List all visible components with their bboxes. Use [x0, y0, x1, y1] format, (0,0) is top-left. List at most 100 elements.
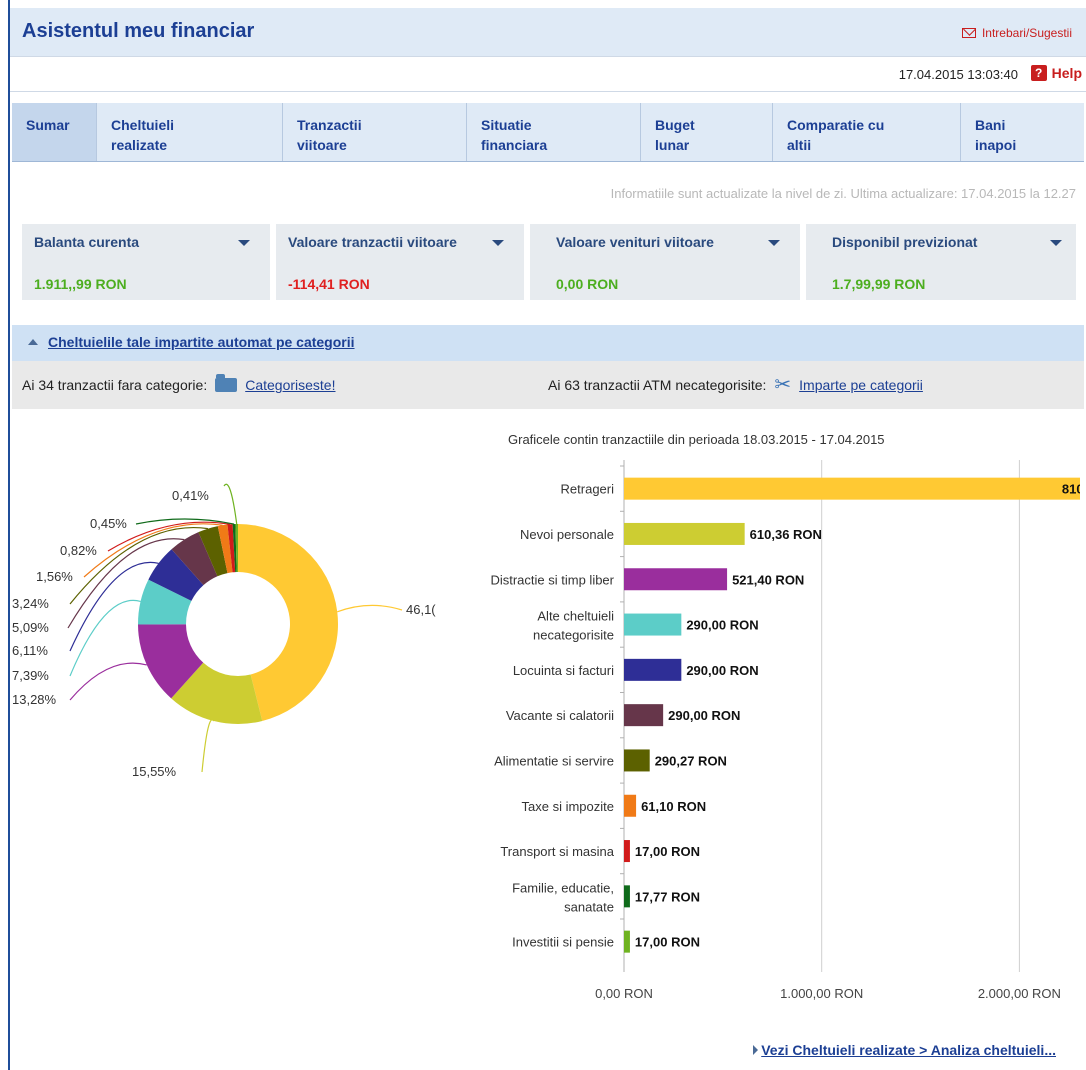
tab-label: Bani: [975, 117, 1006, 133]
tab-label: lunar: [655, 137, 690, 153]
app-header: Asistentul meu financiar Intrebari/Suges…: [10, 8, 1086, 56]
dropdown-arrow-icon[interactable]: [1050, 240, 1062, 246]
tab-tranzactii-viitoare[interactable]: Tranzactii viitoare: [282, 103, 466, 161]
donut-label: 13,28%: [12, 692, 57, 707]
value-label: 290,00 RON: [668, 708, 740, 723]
update-info: Informatiile sunt actualizate la nivel d…: [610, 186, 1076, 201]
feedback-label: Intrebari/Sugestii: [981, 26, 1072, 40]
subheader: 17.04.2015 13:03:40 ? Help: [10, 56, 1086, 92]
donut-leader-line: [223, 483, 238, 525]
value-label: 17,77 RON: [635, 889, 700, 904]
analysis-link[interactable]: Vezi Cheltuieli realizate > Analiza chel…: [753, 1042, 1056, 1058]
card-disponibil-previzionat[interactable]: Disponibil previzionat 1.7,99,99 RON: [806, 224, 1076, 300]
donut-label: 0,41%: [172, 488, 209, 503]
tab-label: financiara: [481, 137, 548, 153]
card-value: 0,00 RON: [556, 276, 619, 292]
bar[interactable]: [624, 885, 630, 908]
card-title: Disponibil previzionat: [832, 234, 978, 250]
bar[interactable]: [624, 568, 728, 591]
category-label: Vacante si calatorii: [506, 708, 614, 723]
card-value: 1.7,99,99 RON: [832, 276, 926, 292]
tab-bani-inapoi[interactable]: Bani inapoi: [960, 103, 1084, 161]
donut-label: 0,82%: [60, 543, 97, 558]
card-title: Balanta curenta: [34, 234, 140, 250]
bar[interactable]: [624, 840, 630, 863]
bar[interactable]: [624, 613, 682, 636]
donut-leader-line: [337, 604, 403, 613]
collapse-icon[interactable]: [28, 339, 38, 345]
bar[interactable]: [624, 930, 630, 953]
tab-label: Comparatie cu: [787, 117, 885, 133]
bar[interactable]: [624, 749, 650, 772]
card-balanta-curenta[interactable]: Balanta curenta 1.911,,99 RON: [22, 224, 270, 300]
bar[interactable]: [624, 794, 637, 817]
donut-leader-line: [69, 662, 147, 701]
app-title: Asistentul meu financiar: [22, 20, 255, 42]
donut-label: 3,24%: [12, 596, 49, 611]
bar[interactable]: [624, 522, 745, 545]
dropdown-arrow-icon[interactable]: [492, 240, 504, 246]
category-label: Alimentatie si servire: [494, 753, 614, 768]
value-label: 290,00 RON: [686, 618, 758, 633]
donut-chart: 46,1(15,55% 13,28% 7,39% 6,11% 5,09% 3,24% 1,5…: [12, 483, 436, 779]
bar[interactable]: [624, 658, 682, 681]
tab-label: Sumar: [26, 117, 70, 133]
section-title[interactable]: Cheltuielile tale impartite automat pe c…: [48, 334, 355, 350]
atm-info: Ai 63 tranzactii ATM necategorisite: ✂ I…: [548, 375, 923, 395]
card-title: Valoare venituri viitoare: [556, 234, 714, 250]
value-label: 17,00 RON: [635, 935, 700, 950]
tab-bar: Sumar Cheltuieli realizate Tranzactii vi…: [12, 103, 1084, 162]
category-label: Nevoi personale: [520, 527, 614, 542]
card-venituri-viitoare[interactable]: Valoare venituri viitoare 0,00 RON: [530, 224, 800, 300]
bar[interactable]: [624, 477, 1080, 500]
category-label: Investitii si pensie: [512, 935, 614, 950]
categorize-link[interactable]: Categoriseste!: [245, 377, 335, 393]
donut-label: 0,45%: [90, 516, 127, 531]
donut-label: 46,1(: [406, 602, 436, 617]
tab-label: viitoare: [297, 137, 347, 153]
uncategorized-info: Ai 34 tranzactii fara categorie: Categor…: [22, 374, 336, 393]
dropdown-arrow-icon[interactable]: [238, 240, 250, 246]
donut-label: 6,11%: [12, 643, 48, 658]
dropdown-arrow-icon[interactable]: [768, 240, 780, 246]
tab-cheltuieli-realizate[interactable]: Cheltuieli realizate: [96, 103, 282, 161]
value-label: 810,00 RON: [1062, 482, 1080, 497]
value-label: 610,36 RON: [750, 527, 822, 542]
donut-label: 15,55%: [132, 764, 177, 779]
tab-buget-lunar[interactable]: Buget lunar: [640, 103, 772, 161]
category-label: Locuinta si facturi: [513, 663, 614, 678]
chart-caption: Graficele contin tranzactiile din perioa…: [508, 432, 885, 447]
bar[interactable]: [624, 704, 664, 727]
card-value: -114,41 RON: [288, 276, 370, 292]
donut-label: 1,56%: [36, 569, 73, 584]
category-label: necategorisite: [533, 628, 614, 643]
section-header[interactable]: Cheltuielile tale impartite automat pe c…: [12, 325, 1084, 361]
uncategorized-text: Ai 34 tranzactii fara categorie:: [22, 377, 208, 393]
help-icon: ?: [1030, 65, 1047, 81]
atm-text: Ai 63 tranzactii ATM necategorisite:: [548, 377, 767, 393]
folder-icon: [215, 374, 238, 392]
tab-comparatie[interactable]: Comparatie cu altii: [772, 103, 960, 161]
tab-label: Tranzactii: [297, 117, 362, 133]
tab-sumar[interactable]: Sumar: [12, 103, 96, 161]
help-label: Help: [1051, 65, 1082, 81]
value-label: 17,00 RON: [635, 844, 700, 859]
x-tick-label: 1.000,00 RON: [780, 986, 863, 1001]
feedback-link[interactable]: Intrebari/Sugestii: [961, 26, 1072, 40]
donut-leader-line: [201, 719, 215, 773]
value-label: 290,00 RON: [686, 663, 758, 678]
value-label: 61,10 RON: [641, 799, 706, 814]
donut-label: 5,09%: [12, 620, 49, 635]
tab-situatie-financiara[interactable]: Situatie financiara: [466, 103, 640, 161]
category-label: Transport si masina: [500, 844, 614, 859]
x-tick-label: 2.000,00 RON: [978, 986, 1061, 1001]
card-title: Valoare tranzactii viitoare: [288, 234, 457, 250]
tab-label: Situatie: [481, 117, 532, 133]
card-tranzactii-viitoare[interactable]: Valoare tranzactii viitoare -114,41 RON: [276, 224, 524, 300]
analysis-link-label[interactable]: Vezi Cheltuieli realizate > Analiza chel…: [761, 1042, 1056, 1058]
x-tick-label: 0,00 RON: [595, 986, 653, 1001]
categorize-bar: Ai 34 tranzactii fara categorie: Categor…: [12, 361, 1084, 409]
help-link[interactable]: ? Help: [1030, 65, 1082, 81]
arrow-right-icon: [753, 1045, 759, 1055]
split-categories-link[interactable]: Imparte pe categorii: [799, 377, 923, 393]
